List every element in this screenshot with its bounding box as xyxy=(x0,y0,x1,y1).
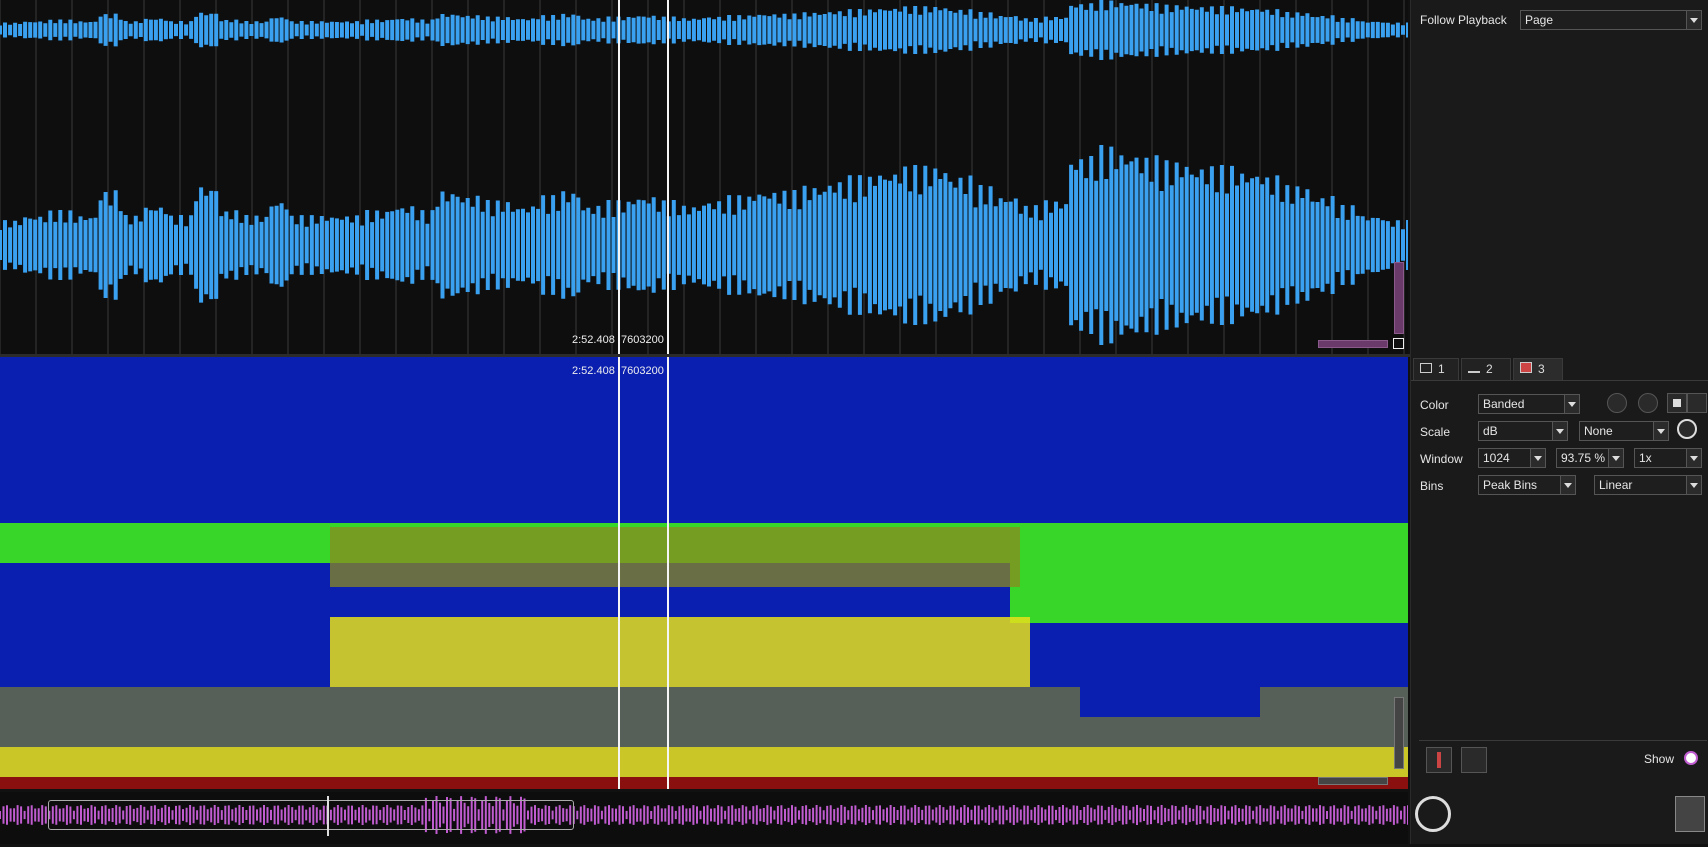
scale-weighting-value: None xyxy=(1584,424,1613,438)
scale-dropdown[interactable]: dB xyxy=(1478,421,1568,441)
waveform-channel-2 xyxy=(0,145,1410,345)
window-overlap-value: 93.75 % xyxy=(1561,451,1606,465)
chevron-down-icon xyxy=(1608,449,1623,467)
bins-scale-dropdown[interactable]: Linear xyxy=(1594,475,1702,495)
chevron-down-icon xyxy=(1564,395,1579,413)
window-overlap-dropdown[interactable]: 93.75 % xyxy=(1556,448,1624,468)
spectrogram-band-red xyxy=(0,777,1408,789)
sparkle-settings-icon[interactable] xyxy=(1461,747,1487,773)
tab-3[interactable]: 3 xyxy=(1513,358,1563,380)
panel-layout-icon xyxy=(1420,363,1432,373)
meter-icon[interactable] xyxy=(1675,796,1705,832)
scale-weighting-dropdown[interactable]: None xyxy=(1579,421,1669,441)
show-toggle[interactable] xyxy=(1684,751,1698,765)
show-label: Show xyxy=(1644,752,1675,766)
waveform-channel-1 xyxy=(0,0,1410,60)
chevron-down-icon xyxy=(1653,422,1668,440)
spectrogram-band-green-right xyxy=(1010,563,1408,623)
dial-knob-icon[interactable] xyxy=(1415,796,1451,832)
bins-label: Bins xyxy=(1420,479,1444,493)
tab-2[interactable]: 2 xyxy=(1461,358,1511,380)
spectrogram-icon xyxy=(1520,362,1532,373)
curve-a-icon[interactable] xyxy=(1607,393,1627,413)
spectrogram-sample-position: 7603200 xyxy=(621,365,664,377)
waveform-timecode: 2:52.408 xyxy=(572,334,615,346)
tab-2-label: 2 xyxy=(1486,362,1493,376)
tab-divider xyxy=(1411,380,1708,381)
overview-strip[interactable] xyxy=(0,792,1409,844)
bar-chart-icon xyxy=(1468,365,1480,373)
tab-1[interactable]: 1 xyxy=(1413,358,1459,380)
spectrogram-canvas[interactable] xyxy=(0,357,1408,789)
follow-playback-label: Follow Playback xyxy=(1420,13,1507,27)
panel-bottom-divider xyxy=(1419,740,1707,741)
spectrogram-vertical-zoom-slider[interactable] xyxy=(1394,697,1404,769)
bins-mode-dropdown[interactable]: Peak Bins xyxy=(1478,475,1576,495)
tab-1-label: 1 xyxy=(1438,362,1445,376)
window-zoom-value: 1x xyxy=(1639,451,1652,465)
chevron-down-icon xyxy=(1686,449,1701,467)
chevron-down-icon xyxy=(1686,476,1701,494)
spectrogram-band-yellow xyxy=(330,617,1030,687)
follow-playback-dropdown[interactable]: Page xyxy=(1520,10,1702,30)
gain-knob-icon[interactable] xyxy=(1677,419,1697,439)
window-size-dropdown[interactable]: 1024 xyxy=(1478,448,1546,468)
window-zoom-dropdown[interactable]: 1x xyxy=(1634,448,1702,468)
overview-visible-range[interactable] xyxy=(48,800,574,830)
spectrogram-band-olive xyxy=(330,527,1020,587)
waveform-view[interactable]: 2:52.408 7603200 xyxy=(0,0,1410,354)
window-label: Window xyxy=(1420,452,1463,466)
bins-scale-value: Linear xyxy=(1599,478,1633,492)
chevron-down-icon xyxy=(1530,449,1545,467)
settings-panel: Follow Playback Page 1 2 3 Color Banded … xyxy=(1410,0,1708,844)
waveform-zoom-reset-icon[interactable] xyxy=(1393,338,1404,349)
spectrogram-band-low-yellow xyxy=(0,747,1408,777)
spectrum-bars-icon[interactable] xyxy=(1426,747,1452,773)
chevron-down-icon xyxy=(1560,476,1575,494)
waveform-sample-position: 7603200 xyxy=(621,334,664,346)
curve-b-icon[interactable] xyxy=(1638,393,1658,413)
stop-icon[interactable] xyxy=(1667,393,1687,413)
chevron-down-icon xyxy=(1552,422,1567,440)
scale-label: Scale xyxy=(1420,425,1451,439)
overview-playhead[interactable] xyxy=(327,796,329,836)
spectrogram-horizontal-zoom-slider[interactable] xyxy=(1318,777,1388,785)
waveform-canvas[interactable] xyxy=(0,0,1410,354)
color-value: Banded xyxy=(1483,397,1525,411)
follow-playback-value: Page xyxy=(1525,13,1554,27)
waveform-horizontal-zoom-slider[interactable] xyxy=(1318,340,1388,348)
scale-value: dB xyxy=(1483,424,1498,438)
tab-3-label: 3 xyxy=(1538,362,1545,376)
waveform-vertical-zoom-slider[interactable] xyxy=(1394,262,1404,334)
spectrogram-timecode: 2:52.408 xyxy=(572,365,615,377)
sparkle-icon[interactable] xyxy=(1687,393,1707,413)
spectrogram-quiet-region xyxy=(1080,647,1260,717)
spectrogram-view[interactable]: 2:52.408 7603200 xyxy=(0,357,1408,789)
bins-mode-value: Peak Bins xyxy=(1483,478,1538,492)
color-dropdown[interactable]: Banded xyxy=(1478,394,1580,414)
window-size-value: 1024 xyxy=(1483,451,1510,465)
chevron-down-icon xyxy=(1686,11,1701,29)
color-label: Color xyxy=(1420,398,1449,412)
